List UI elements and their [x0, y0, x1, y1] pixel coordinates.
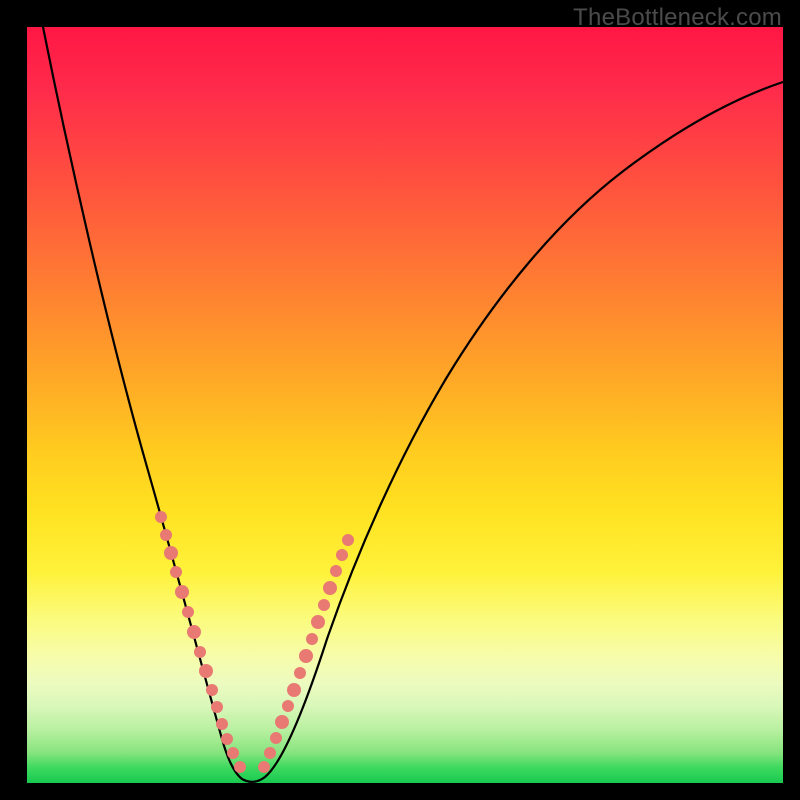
plot-area	[27, 27, 783, 783]
bottleneck-curve	[43, 27, 783, 782]
marker-cluster	[155, 511, 354, 773]
chart-frame: TheBottleneck.com	[0, 0, 800, 800]
bottleneck-curve-svg	[27, 27, 783, 783]
